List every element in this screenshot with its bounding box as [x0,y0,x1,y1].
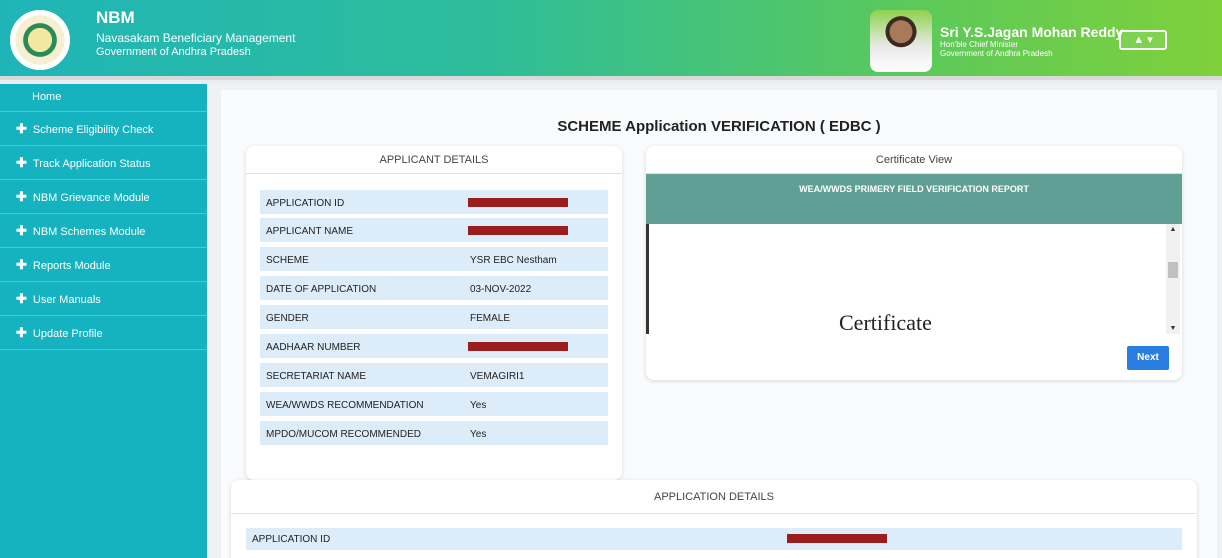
detail-label: SCHEME [266,255,309,266]
plus-icon: ✚ [16,223,27,238]
content-panel: SCHEME Application VERIFICATION ( EDBC )… [221,90,1217,558]
redacted-value [468,342,568,351]
plus-icon: ✚ [16,155,27,170]
sidebar-item-scheme-eligibility-check[interactable]: ✚ Scheme Eligibility Check [0,112,207,146]
scroll-down-arrow-icon[interactable]: ▼ [1166,325,1180,332]
detail-row-secretariat-name: SECRETARIAT NAME VEMAGIRI1 [260,363,608,389]
detail-label: APPLICATION ID [252,534,331,545]
sidebar-item-reports-module[interactable]: ✚ Reports Module [0,248,207,282]
report-title-band: WEA/WWDS PRIMERY FIELD VERIFICATION REPO… [646,174,1182,224]
government-name: Government of Andhra Pradesh [96,46,251,58]
sidebar-item-label: Track Application Status [32,158,151,170]
application-details-card: APPLICATION DETAILS APPLICATION ID [231,480,1197,558]
chief-minister-photo [870,10,932,72]
detail-value: Yes [470,429,487,440]
sidebar-item-nbm-schemes-module[interactable]: ✚ NBM Schemes Module [0,214,207,248]
certificate-view-card: Certificate View WEA/WWDS PRIMERY FIELD … [646,146,1182,380]
cm-info: Sri Y.S.Jagan Mohan Reddy Hon'ble Chief … [940,24,1123,58]
cm-name: Sri Y.S.Jagan Mohan Reddy [940,24,1124,40]
top-header: NBM Navasakam Beneficiary Management Gov… [0,0,1222,80]
cm-government: Government of Andhra Pradesh [940,49,1053,58]
detail-row-application-id: APPLICATION ID [260,190,608,216]
redacted-value [468,226,568,235]
plus-icon: ✚ [16,189,27,204]
detail-row-scheme: SCHEME YSR EBC Nestham [260,247,608,273]
app-short-name: NBM [96,8,135,27]
plus-icon: ✚ [16,121,27,136]
sidebar-item-label: NBM Grievance Module [32,192,150,204]
sidebar-item-label: Reports Module [32,260,111,272]
detail-row-date-of-application: DATE OF APPLICATION 03-NOV-2022 [260,276,608,302]
sidebar-item-track-application-status[interactable]: ✚ Track Application Status [0,146,207,180]
plus-icon: ✚ [16,257,27,272]
sidebar-item-user-manuals[interactable]: ✚ User Manuals [0,282,207,316]
brand-block: NBM Navasakam Beneficiary Management Gov… [96,8,295,58]
detail-value: FEMALE [470,313,511,324]
detail-label: WEA/WWDS RECOMMENDATION [266,400,424,411]
scroll-thumb[interactable] [1168,262,1178,278]
redacted-value [787,534,887,543]
sidebar-item-label: User Manuals [32,294,101,306]
cm-title: Hon'ble Chief Minister [940,40,1019,49]
sidebar: Home ✚ Scheme Eligibility Check ✚ Track Ap… [0,84,207,558]
plus-icon: ✚ [16,291,27,306]
detail-value: 03-NOV-2022 [470,284,532,295]
detail-value: YSR EBC Nestham [470,255,557,266]
detail-label: APPLICATION ID [266,198,345,209]
card-heading: APPLICATION DETAILS [231,480,1197,514]
detail-label: DATE OF APPLICATION [266,284,377,295]
sidebar-item-nbm-grievance-module[interactable]: ✚ NBM Grievance Module [0,180,207,214]
detail-value: VEMAGIRI1 [470,371,525,382]
page-title: SCHEME Application VERIFICATION ( EDBC ) [557,118,881,135]
card-heading: Certificate View [646,146,1182,174]
sidebar-item-label: Update Profile [32,328,103,340]
app-full-name: Navasakam Beneficiary Management [96,31,296,45]
certificate-document-text: Certificate [839,310,932,334]
detail-row-wea-recommendation: WEA/WWDS RECOMMENDATION Yes [260,392,608,418]
detail-row-mpdo-recommended: MPDO/MUCOM RECOMMENDED Yes [260,421,608,447]
sidebar-item-label: Scheme Eligibility Check [32,124,154,136]
card-heading: APPLICANT DETAILS [246,146,622,174]
certificate-scrollbar[interactable]: ▲ ▼ [1166,224,1180,334]
user-menu-button[interactable]: ▲ ▾ [1119,30,1167,50]
detail-label: GENDER [266,313,309,324]
certificate-document-frame[interactable]: Certificate [646,224,1176,334]
redacted-value [468,198,568,207]
next-button[interactable]: Next [1127,346,1169,370]
applicant-details-card: APPLICANT DETAILS APPLICATION ID APPLICA… [246,146,622,480]
sidebar-item-label: NBM Schemes Module [32,226,146,238]
state-emblem-logo [10,10,70,70]
detail-row-gender: GENDER FEMALE [260,305,608,331]
detail-row-aadhaar-number: AADHAAR NUMBER [260,334,608,360]
detail-label: APPLICANT NAME [266,226,354,237]
detail-label: SECRETARIAT NAME [266,371,367,382]
detail-row-applicant-name: APPLICANT NAME [260,218,608,244]
sidebar-item-update-profile[interactable]: ✚ Update Profile [0,316,207,350]
main-area: SCHEME Application VERIFICATION ( EDBC )… [207,84,1222,558]
detail-row-application-id: APPLICATION ID [246,528,1182,550]
plus-icon: ✚ [16,325,27,340]
detail-label: AADHAAR NUMBER [266,342,361,353]
detail-value: Yes [470,400,487,411]
detail-label: MPDO/MUCOM RECOMMENDED [266,429,421,440]
sidebar-item-home[interactable]: Home [0,84,207,112]
scroll-up-arrow-icon[interactable]: ▲ [1166,226,1180,233]
